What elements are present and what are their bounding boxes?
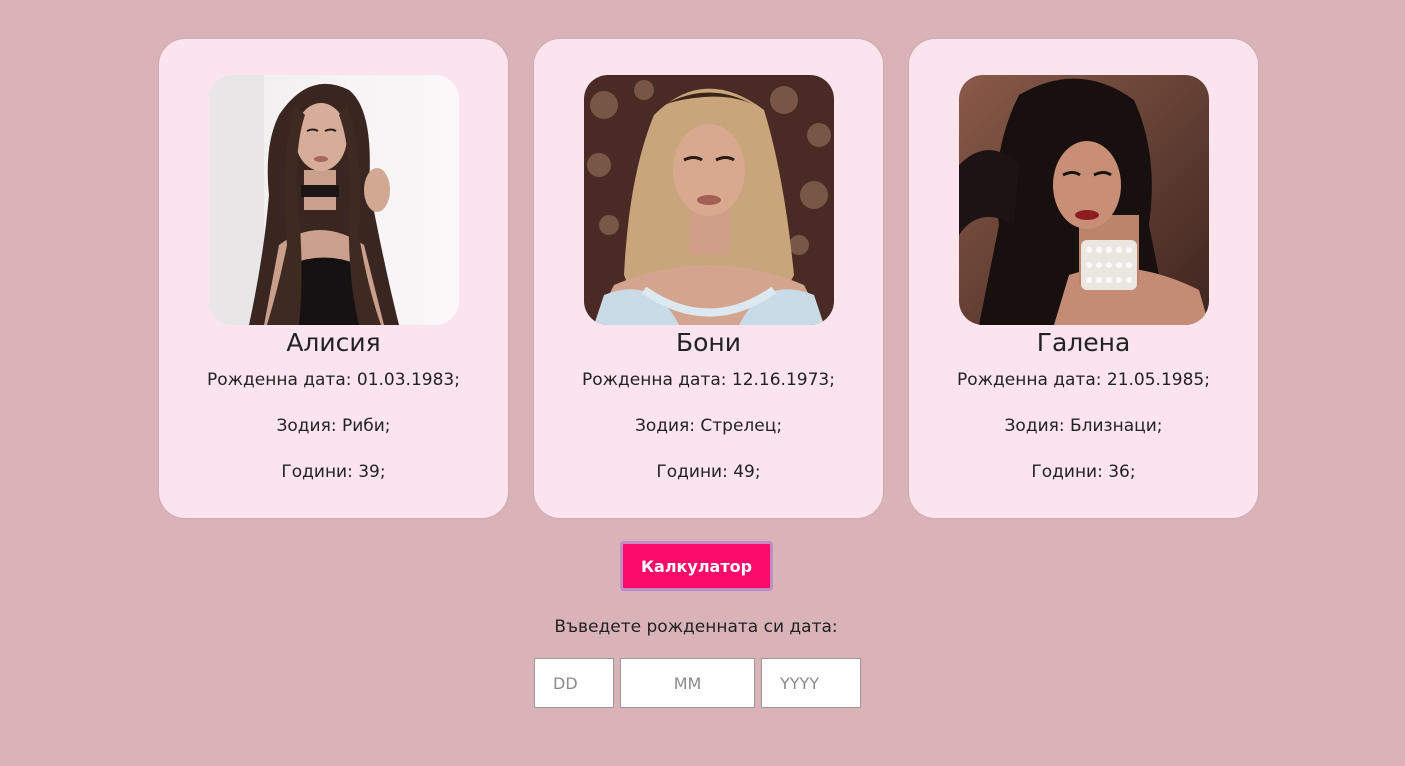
profile-card-galena: Галена Рожденна дата: 21.05.1985; Зодия:… [909,39,1258,518]
year-input[interactable] [761,658,861,708]
profile-name: Бони [675,328,742,357]
month-input[interactable] [620,658,755,708]
profile-birthdate: Рожденна дата: 21.05.1985; [957,370,1210,390]
profile-name: Галена [1036,328,1131,357]
birthdate-inputs [534,658,861,708]
profile-photo [583,75,834,325]
profile-photo [958,75,1209,325]
profile-birthdate: Рожденна дата: 12.16.1973; [582,370,835,390]
profile-zodiac: Зодия: Стрелец; [634,416,783,436]
profile-card-boni: Бони Рожденна дата: 12.16.1973; Зодия: С… [534,39,883,518]
profile-zodiac: Зодия: Близнаци; [1004,416,1163,436]
day-input[interactable] [534,658,614,708]
calculator-button[interactable]: Калкулатор [620,541,773,591]
profile-cards: Алисия Рожденна дата: 01.03.1983; Зодия:… [159,39,1258,518]
profile-zodiac: Зодия: Риби; [276,416,391,436]
profile-photo [208,75,459,325]
profile-age: Години: 39; [281,462,386,482]
profile-card-alisia: Алисия Рожденна дата: 01.03.1983; Зодия:… [159,39,508,518]
profile-age: Години: 49; [656,462,761,482]
profile-age: Години: 36; [1031,462,1136,482]
profile-birthdate: Рожденна дата: 01.03.1983; [207,370,460,390]
profile-name: Алисия [286,328,381,357]
birthdate-prompt: Въведете рожденната си дата: [554,617,838,637]
